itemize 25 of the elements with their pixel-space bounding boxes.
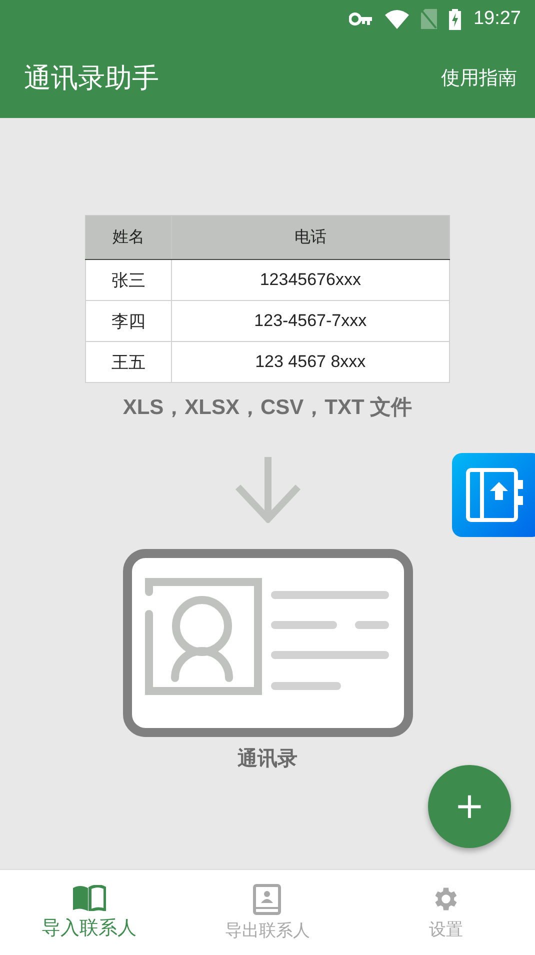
table-cell: 李四 [86,300,172,342]
table-cell: 王五 [86,342,172,382]
wifi-icon [385,10,410,28]
contacts-caption: 通讯录 [238,745,298,772]
add-button[interactable]: + [428,765,511,848]
table-cell: 12345676xxx [171,260,450,300]
down-arrow-icon [234,457,300,523]
key-icon [349,12,374,26]
table-cell: 123 4567 8xxx [171,342,450,382]
battery-charging-icon [449,8,462,30]
open-book-icon [72,884,106,910]
export-app-icon[interactable] [452,453,535,537]
guide-link[interactable]: 使用指南 [441,65,517,91]
nav-tab[interactable]: 设置 [356,870,535,955]
no-sim-icon [421,9,438,29]
nav-tab[interactable]: 导出联系人 [178,870,357,955]
app-title: 通讯录助手 [24,62,159,96]
formats-caption: XLS，XLSX，CSV，TXT 文件 [122,395,412,421]
nav-tab[interactable]: 导入联系人 [0,870,178,955]
column-header: 电话 [171,216,450,260]
column-header: 姓名 [86,216,172,260]
clock-time: 19:27 [473,8,521,30]
contact-book-icon [253,884,282,914]
table-cell: 张三 [86,260,172,300]
table-cell: 123-4567-7xxx [171,300,450,342]
